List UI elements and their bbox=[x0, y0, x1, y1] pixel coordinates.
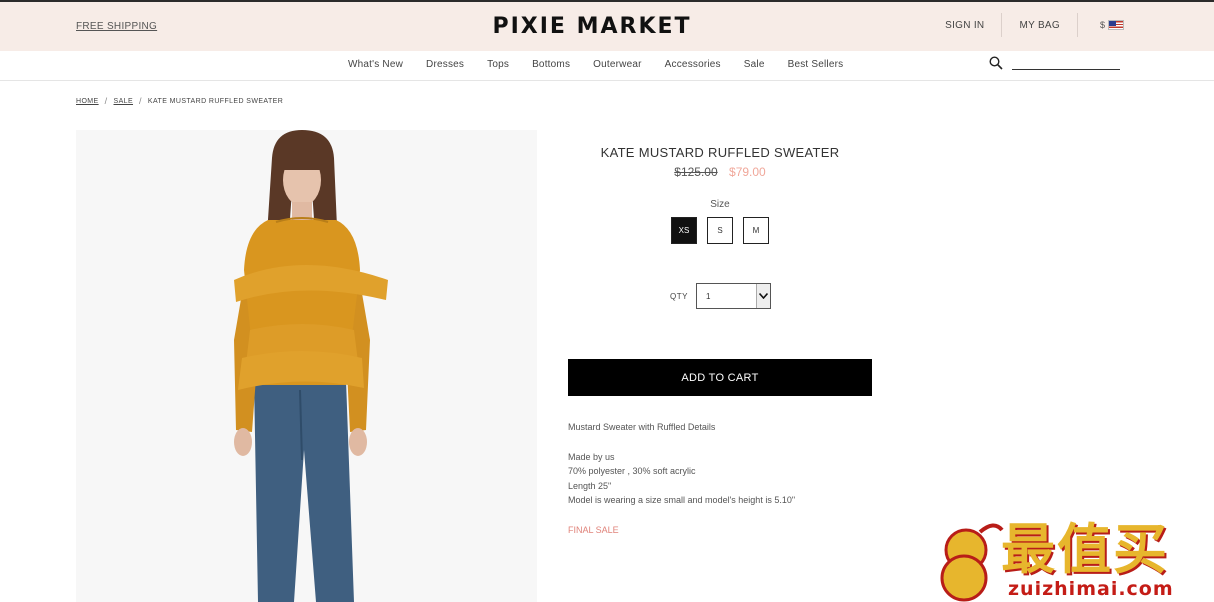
product-description: Mustard Sweater with Ruffled Details Mad… bbox=[568, 420, 888, 537]
watermark: 最值买 zuizhimai.com bbox=[928, 520, 1214, 602]
size-label: Size bbox=[710, 199, 730, 210]
us-flag-icon bbox=[1108, 20, 1124, 30]
top-bar: FREE SHIPPING PIXIE MARKET SIGN IN MY BA… bbox=[0, 0, 1214, 51]
nav-item-accessories[interactable]: Accessories bbox=[665, 59, 721, 70]
product-info: KATE MUSTARD RUFFLED SWEATER $125.00 $79… bbox=[568, 145, 872, 535]
nav-item-tops[interactable]: Tops bbox=[487, 59, 509, 70]
model-photo bbox=[76, 130, 537, 602]
nav-item-sale[interactable]: Sale bbox=[744, 59, 765, 70]
search-input[interactable] bbox=[1012, 56, 1120, 70]
size-button-xs[interactable]: XS bbox=[671, 217, 697, 244]
price-block: $125.00 $79.00 bbox=[568, 165, 872, 179]
detail-line: Length 25" bbox=[568, 480, 612, 491]
nav-item-bottoms[interactable]: Bottoms bbox=[532, 59, 570, 70]
product-title: KATE MUSTARD RUFFLED SWEATER bbox=[600, 145, 840, 160]
my-bag-link[interactable]: MY BAG bbox=[1002, 20, 1077, 31]
currency-symbol: $ bbox=[1099, 20, 1105, 30]
breadcrumb-current: KATE MUSTARD RUFFLED SWEATER bbox=[147, 97, 284, 105]
sign-in-link[interactable]: SIGN IN bbox=[928, 20, 1001, 31]
breadcrumb-sale[interactable]: SALE bbox=[114, 98, 134, 105]
nav-item-whats-new[interactable]: What's New bbox=[348, 59, 403, 70]
main-nav: What's New Dresses Tops Bottoms Outerwea… bbox=[0, 51, 1214, 81]
quantity-select[interactable]: 1 bbox=[695, 283, 771, 309]
size-button-s[interactable]: S bbox=[707, 217, 733, 244]
detail-line: Model is wearing a size small and model'… bbox=[568, 495, 796, 505]
breadcrumb-home[interactable]: HOME bbox=[76, 98, 99, 105]
breadcrumb-separator: / bbox=[139, 96, 142, 106]
size-selector: XS S M bbox=[568, 217, 872, 244]
nav-item-best-sellers[interactable]: Best Sellers bbox=[788, 59, 844, 70]
detail-line: Made by us bbox=[568, 451, 615, 462]
quantity-value: 1 bbox=[705, 291, 711, 301]
final-sale-label: FINAL SALE bbox=[568, 524, 619, 535]
original-price: $125.00 bbox=[674, 165, 718, 179]
qty-label: QTY bbox=[670, 291, 688, 301]
nav-items: What's New Dresses Tops Bottoms Outerwea… bbox=[348, 59, 843, 70]
currency-selector[interactable]: $ bbox=[1078, 20, 1124, 30]
size-button-m[interactable]: M bbox=[743, 217, 769, 244]
sale-price: $79.00 bbox=[729, 165, 766, 179]
breadcrumb: HOME / SALE / KATE MUSTARD RUFFLED SWEAT… bbox=[76, 96, 283, 106]
account-links: SIGN IN MY BAG $ bbox=[928, 12, 1124, 38]
add-to-cart-button[interactable]: ADD TO CART bbox=[568, 359, 872, 396]
breadcrumb-separator: / bbox=[104, 96, 108, 106]
left-hand bbox=[234, 428, 252, 456]
short-description: Mustard Sweater with Ruffled Details bbox=[568, 422, 716, 432]
watermark-url: zuizhimai.com bbox=[1008, 578, 1174, 600]
nav-item-outerwear[interactable]: Outerwear bbox=[593, 59, 642, 70]
gourd-logo-icon bbox=[940, 523, 1004, 602]
search-icon[interactable] bbox=[989, 56, 1003, 70]
quantity-row: QTY 1 bbox=[670, 283, 771, 309]
watermark-text: 最值买 bbox=[1001, 518, 1169, 581]
detail-line: 70% polyester , 30% soft acrylic bbox=[568, 466, 696, 476]
right-hand bbox=[349, 428, 367, 456]
chevron-down-icon[interactable] bbox=[755, 284, 770, 308]
nav-item-dresses[interactable]: Dresses bbox=[426, 59, 464, 70]
product-image[interactable] bbox=[76, 130, 537, 602]
